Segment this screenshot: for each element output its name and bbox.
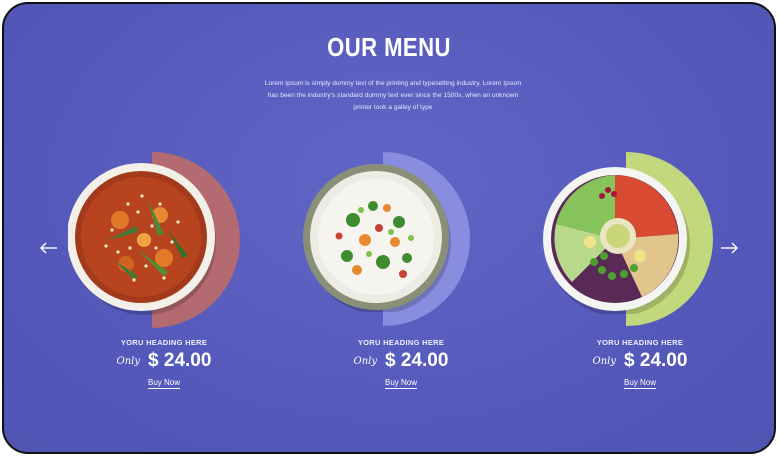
buy-now-link[interactable]: Buy Now (64, 378, 264, 389)
only-label: Only (592, 356, 617, 367)
soup-bowl-image (68, 163, 216, 315)
item-heading: YORU HEADING HERE (357, 338, 445, 347)
only-label: Only (116, 356, 141, 367)
menu-card-salad: YORU HEADING HERE Only $ 24.00 Buy Now (540, 150, 740, 410)
item-price: $ 24.00 (148, 350, 212, 371)
price-row: Only $ 24.00 (540, 350, 740, 372)
soup-plate (64, 150, 264, 330)
buy-now-label[interactable]: Buy Now (147, 378, 180, 389)
item-price: $ 24.00 (385, 350, 449, 371)
price-row: Only $ 24.00 (64, 350, 264, 372)
item-heading: YORU HEADING HERE (596, 338, 684, 347)
page-title: OUR MENU (327, 32, 451, 62)
only-label: Only (353, 356, 378, 367)
salad-bowl-image (543, 167, 690, 314)
rice-bowl-image (303, 164, 451, 312)
arrow-left-icon[interactable] (38, 240, 60, 256)
item-price: $ 24.00 (624, 350, 688, 371)
item-heading: YORU HEADING HERE (120, 338, 208, 347)
menu-section: OUR MENU Lorem Ipsum is simply dummy tex… (2, 2, 776, 454)
intro-text: Lorem Ipsum is simply dummy text of the … (264, 80, 522, 111)
rice-plate (301, 150, 501, 330)
buy-now-link[interactable]: Buy Now (301, 378, 501, 389)
buy-now-link[interactable]: Buy Now (540, 378, 740, 389)
salad-plate (540, 150, 740, 330)
menu-card-rice: YORU HEADING HERE Only $ 24.00 Buy Now (301, 150, 501, 410)
price-row: Only $ 24.00 (301, 350, 501, 372)
buy-now-label[interactable]: Buy Now (623, 378, 656, 389)
menu-card-soup: YORU HEADING HERE Only $ 24.00 Buy Now (64, 150, 264, 410)
buy-now-label[interactable]: Buy Now (384, 378, 417, 389)
